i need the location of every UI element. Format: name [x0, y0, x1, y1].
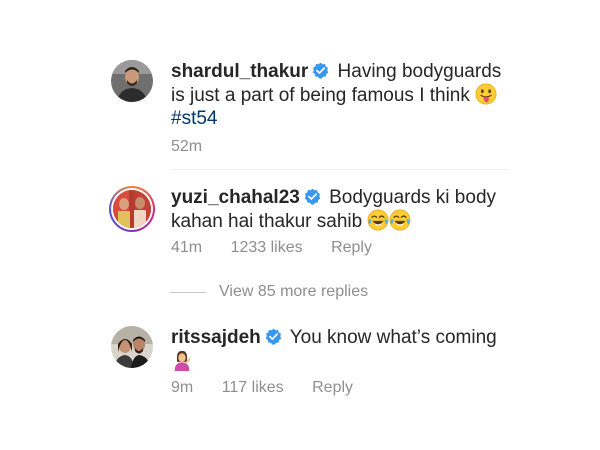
- comment-meta: 41m 1233 likes Reply: [171, 239, 372, 257]
- avatar[interactable]: [111, 60, 153, 102]
- username[interactable]: shardul_thakur: [171, 61, 308, 82]
- reply-button[interactable]: Reply: [331, 239, 372, 256]
- woman-tipping-hand-emoji-icon: [174, 350, 191, 371]
- verified-badge-icon: [304, 188, 321, 205]
- likes-count[interactable]: 1233 likes: [231, 239, 303, 256]
- avatar[interactable]: [109, 186, 155, 232]
- story-ring-avatar: [111, 188, 153, 230]
- more-replies-line: [170, 292, 206, 293]
- username[interactable]: ritssajdeh: [171, 327, 261, 348]
- comment-text: shardul_thakur Having bodyguards is just…: [171, 61, 502, 129]
- comment-text: yuzi_chahal23 Bodyguards ki body kahan h…: [171, 187, 497, 232]
- tongue-out-emoji-icon: [475, 83, 497, 105]
- verified-badge-icon: [265, 328, 282, 345]
- tears-of-joy-emoji-icon: [368, 209, 389, 231]
- avatar[interactable]: [111, 326, 153, 368]
- timestamp: 52m: [171, 138, 203, 155]
- comment-text: ritssajdeh You know what’s coming: [171, 326, 511, 373]
- timestamp: 9m: [171, 379, 194, 396]
- tears-of-joy-emoji-icon: [390, 209, 411, 231]
- hashtag-link[interactable]: #st54: [171, 108, 217, 129]
- reply-button[interactable]: Reply: [312, 379, 353, 396]
- timestamp: 41m: [171, 239, 203, 256]
- comment-meta: 52m: [171, 138, 226, 156]
- divider: [170, 169, 510, 170]
- comment-meta: 9m 117 likes Reply: [171, 379, 353, 397]
- verified-badge-icon: [312, 62, 329, 79]
- username[interactable]: yuzi_chahal23: [171, 187, 300, 208]
- likes-count[interactable]: 117 likes: [222, 379, 284, 396]
